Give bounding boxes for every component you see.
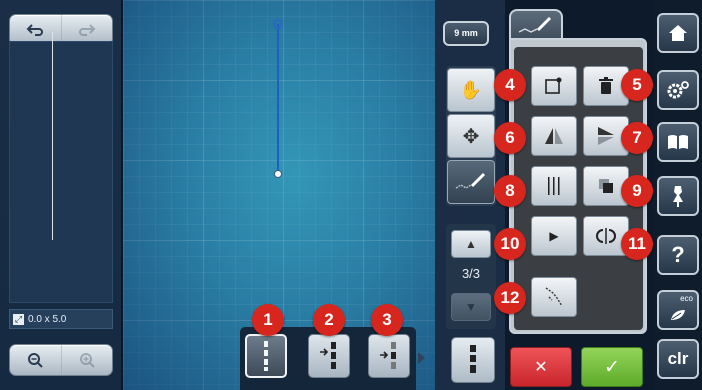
pattern-append-button[interactable] (368, 334, 410, 378)
undo-icon (26, 24, 44, 36)
edit-pen-tool-button[interactable] (447, 160, 495, 204)
pattern-single-icon (264, 341, 268, 371)
stitch-start-point[interactable] (273, 19, 283, 29)
dress-form-icon (673, 186, 683, 207)
size-value: 0.0 x 5.0 (28, 313, 67, 325)
callout-badge-5: 5 (621, 69, 653, 101)
hand-tool-button[interactable]: ✋ (447, 68, 495, 112)
tray-arrow-icon (418, 352, 425, 364)
tutorial-button[interactable] (657, 122, 699, 162)
callout-badge-1: 1 (252, 304, 284, 336)
play-icon: ▶ (549, 229, 559, 243)
pattern-append-icon (380, 342, 396, 369)
mirror-horizontal-button[interactable] (531, 116, 577, 156)
callout-badge-7: 7 (621, 122, 653, 154)
pattern-size-readout: ⤢ 0.0 x 5.0 (9, 309, 113, 329)
play-forward-button[interactable]: ▶ (531, 216, 577, 256)
stitch-line (277, 24, 279, 174)
zoom-group (9, 344, 113, 376)
close-icon: ✕ (534, 359, 548, 376)
move-icon: ✥ (462, 125, 480, 148)
zoom-in-button[interactable] (60, 345, 113, 375)
resize-icon: ⤢ (13, 313, 24, 325)
confirm-button[interactable]: ✓ (581, 347, 643, 387)
callout-badge-12: 12 (494, 282, 526, 314)
trash-icon (599, 77, 613, 94)
pattern-mode-button[interactable] (451, 337, 495, 383)
zoom-out-icon (28, 353, 43, 368)
add-point-button[interactable] (531, 66, 577, 106)
pattern-single-button[interactable] (245, 334, 287, 378)
mirror-horizontal-icon (545, 128, 563, 144)
tapering-icon (545, 287, 563, 307)
balance-icon (596, 228, 616, 244)
clear-button[interactable]: clr (657, 339, 699, 379)
page-up-button[interactable]: ▲ (451, 230, 491, 258)
eco-label: eco (680, 294, 693, 303)
tapering-button[interactable] (531, 277, 577, 317)
settings-button[interactable] (657, 70, 699, 110)
page-down-button[interactable]: ▼ (451, 293, 491, 321)
home-icon (669, 25, 687, 41)
zoom-in-icon (79, 353, 95, 368)
arrow-down-icon: ▼ (465, 300, 477, 314)
mirror-vertical-icon (598, 127, 614, 145)
preview-stitch-line (52, 32, 53, 240)
help-button[interactable]: ? (657, 235, 699, 275)
sewing-consultant-button[interactable] (657, 176, 699, 216)
arrow-up-icon: ▲ (465, 237, 477, 251)
book-icon (668, 135, 688, 149)
zoom-out-button[interactable] (10, 345, 61, 375)
stitch-preview (9, 41, 113, 303)
callout-badge-10: 10 (494, 228, 526, 260)
pen-stitch-icon (455, 172, 486, 189)
edit-pen-icon (518, 16, 552, 33)
grid-dots-icon (548, 177, 560, 195)
add-point-icon (545, 77, 562, 94)
pattern-column-icon (470, 345, 476, 373)
cancel-button[interactable]: ✕ (510, 347, 572, 387)
home-button[interactable] (657, 13, 699, 53)
callout-badge-6: 6 (494, 122, 526, 154)
stitch-density-button[interactable] (531, 166, 577, 206)
callout-badge-4: 4 (494, 69, 526, 101)
callout-badge-8: 8 (494, 175, 526, 207)
check-icon: ✓ (604, 356, 620, 378)
duplicate-icon (599, 179, 613, 193)
gear-icon (667, 81, 689, 99)
eco-button[interactable]: eco (657, 290, 699, 330)
edit-tab[interactable] (509, 9, 563, 41)
move-tool-button[interactable]: ✥ (447, 114, 495, 158)
callout-badge-11: 11 (621, 228, 653, 260)
pattern-insert-button[interactable] (308, 334, 350, 378)
callout-badge-9: 9 (621, 175, 653, 207)
clr-label: clr (667, 349, 689, 368)
hand-icon: ✋ (459, 79, 483, 100)
leaf-icon (671, 310, 685, 320)
stitch-width-button[interactable]: 9 mm (443, 21, 489, 46)
help-icon: ? (671, 242, 685, 267)
redo-icon (78, 24, 96, 36)
pattern-insert-icon (320, 342, 336, 369)
page-indicator: 3/3 (461, 266, 481, 281)
callout-badge-2: 2 (313, 304, 345, 336)
stitch-end-point[interactable] (274, 170, 282, 178)
callout-badge-3: 3 (371, 304, 403, 336)
